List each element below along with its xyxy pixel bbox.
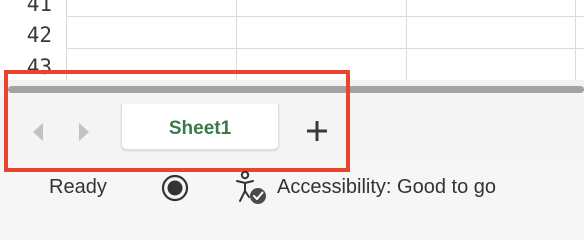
grid-line [575,0,576,80]
grid-line [236,0,237,80]
row-number[interactable]: 42 [0,22,52,48]
highlight-box [4,70,350,172]
accessibility-check-icon [236,170,266,204]
status-accessibility[interactable]: Accessibility: Good to go [277,176,496,199]
spreadsheet-grid[interactable]: 41 42 43 [0,0,584,80]
macro-record-button[interactable] [160,173,190,203]
status-ready: Ready [49,176,107,198]
accessibility-button[interactable] [232,170,270,206]
row-headers: 41 42 43 [0,0,67,80]
row-number[interactable]: 41 [0,0,52,17]
grid-line [66,16,584,17]
macro-record-icon [161,174,189,202]
grid-line [406,0,407,80]
grid-line [66,48,584,49]
